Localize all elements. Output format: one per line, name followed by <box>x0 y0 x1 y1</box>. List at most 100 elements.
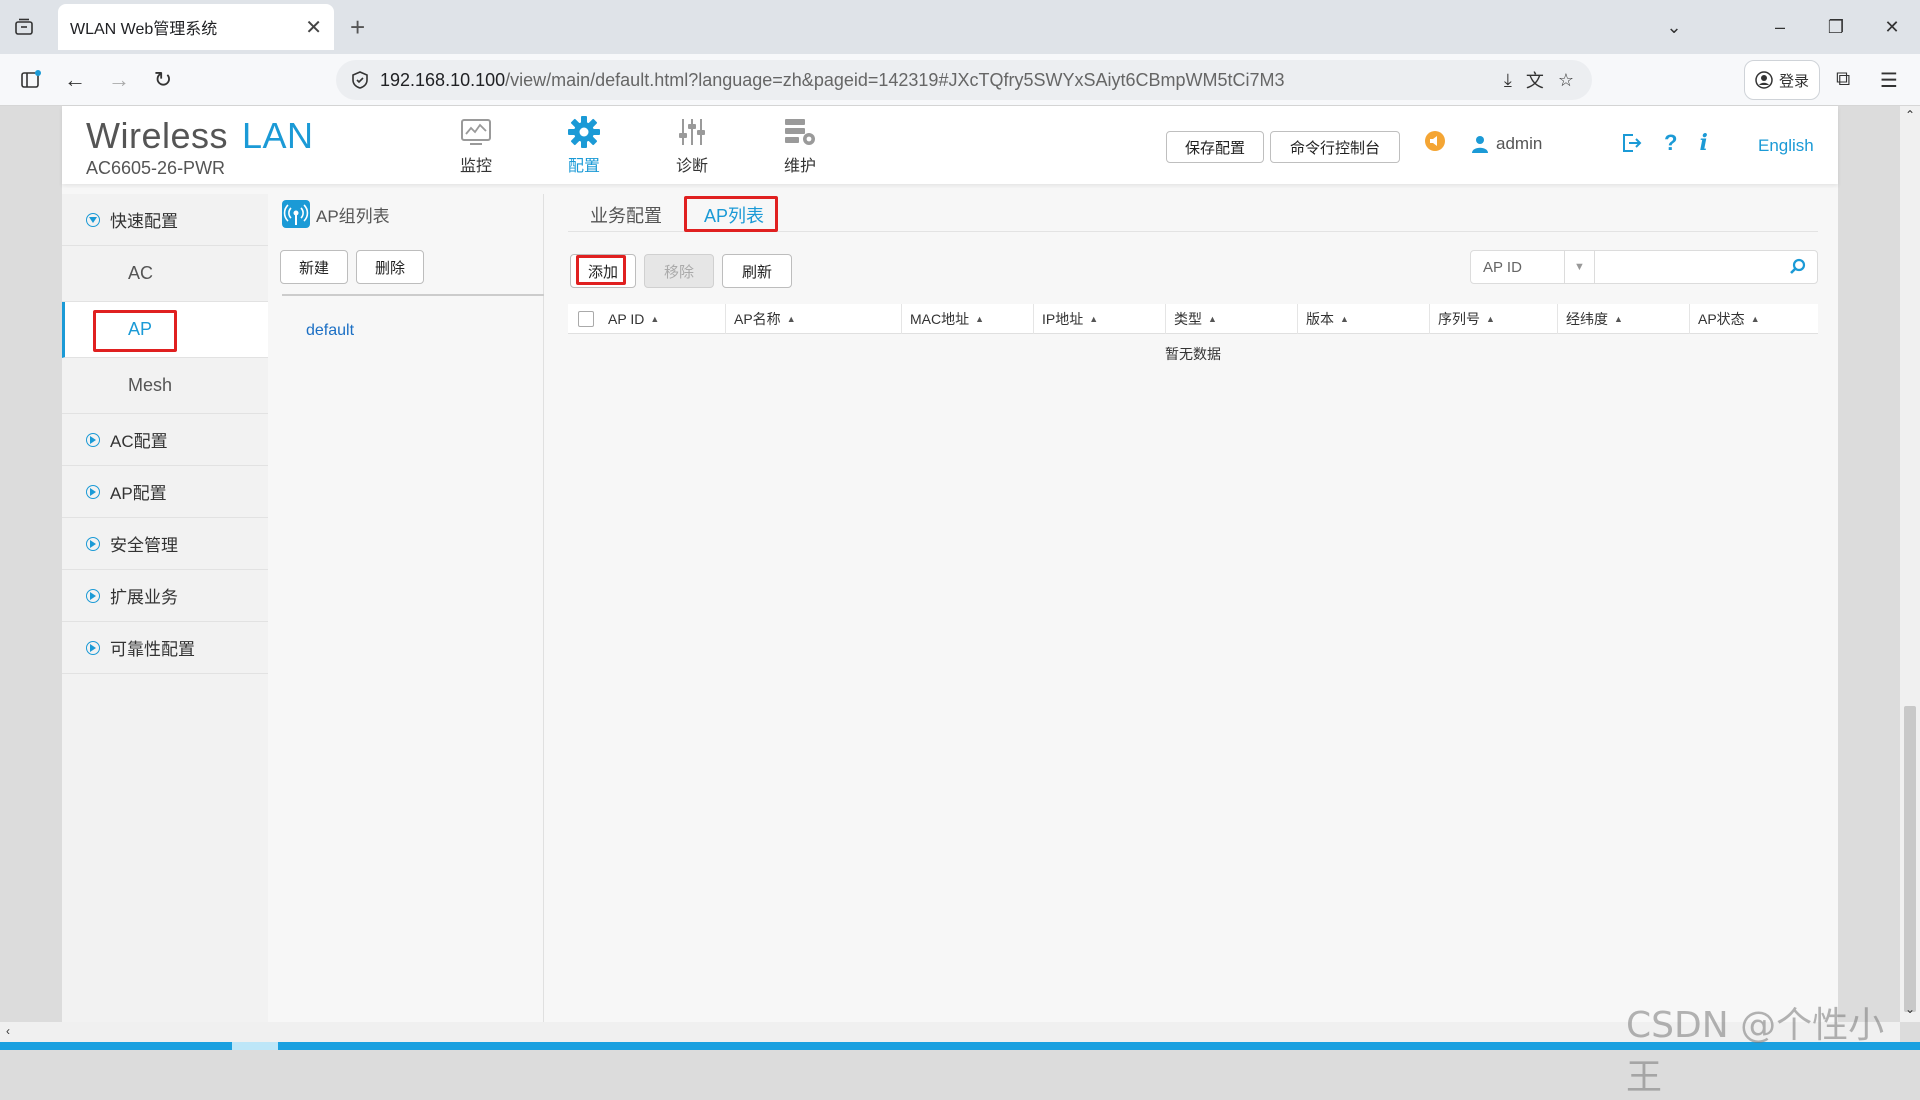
nav-diagnose[interactable]: 诊断 <box>638 112 746 176</box>
sort-asc-icon: ▲ <box>1750 314 1760 324</box>
column-type[interactable]: 类型 ▲ <box>1166 304 1298 334</box>
collapsed-chevron-icon <box>86 588 100 603</box>
ap-group-title: AP组列表 <box>282 200 390 228</box>
shield-icon[interactable] <box>350 70 370 90</box>
extensions-icon[interactable]: ⧉ <box>1836 68 1850 91</box>
nav-config[interactable]: 配置 <box>530 112 638 176</box>
divider <box>282 294 544 296</box>
column-serial[interactable]: 序列号 ▲ <box>1430 304 1558 334</box>
cli-console-button[interactable]: 命令行控制台 <box>1270 131 1400 163</box>
restore-icon[interactable]: ❐ <box>1808 17 1864 38</box>
sidebar-group-ap-config[interactable]: AP配置 <box>62 466 268 518</box>
logout-icon[interactable] <box>1620 132 1642 154</box>
sidebar: 快速配置 AC AP Mesh AC配置 AP配置 安全管理 扩展业务 可靠性配… <box>62 194 268 1022</box>
main-nav: 监控 配置 诊断 维护 <box>422 112 854 176</box>
forward-icon[interactable]: → <box>104 66 134 94</box>
info-icon[interactable]: i <box>1699 130 1707 156</box>
tab-list-chevron-icon[interactable]: ⌄ <box>1646 17 1702 38</box>
address-bar[interactable]: 192.168.10.100/view/main/default.html?la… <box>336 60 1592 100</box>
sidebar-group-security[interactable]: 安全管理 <box>62 518 268 570</box>
empty-table-message: 暂无数据 <box>1165 346 1221 362</box>
close-window-icon[interactable]: ✕ <box>1864 17 1920 38</box>
sidebar-group-ac-config[interactable]: AC配置 <box>62 414 268 466</box>
app-root: Wireless LAN AC6605-26-PWR 监控 配置 诊断 维护 保… <box>62 106 1838 1022</box>
search-icon[interactable] <box>1789 258 1807 276</box>
sort-asc-icon: ▲ <box>975 314 985 324</box>
profile-login-button[interactable]: 登录 <box>1744 60 1820 100</box>
column-ap-name[interactable]: AP名称 ▲ <box>726 304 902 334</box>
remove-ap-button[interactable]: 移除 <box>644 254 714 288</box>
content-area: 业务配置 AP列表 添加 移除 刷新 AP ID ▼ AP ID ▲ AP名称 ▲ … <box>568 194 1818 1022</box>
sort-asc-icon: ▲ <box>650 314 660 324</box>
column-label: MAC地址 <box>910 311 970 327</box>
column-mac[interactable]: MAC地址 ▲ <box>902 304 1034 334</box>
sidebar-group-quick[interactable]: 快速配置 <box>62 194 268 246</box>
ap-table-header: AP ID ▲ AP名称 ▲ MAC地址 ▲ IP地址 ▲ 类型 ▲ 版本 ▲ 序列号 ▲ 经… <box>568 304 1818 334</box>
scroll-left-icon[interactable]: ‹ <box>6 1024 10 1038</box>
sort-asc-icon: ▲ <box>1614 314 1623 324</box>
ap-group-item[interactable]: default <box>306 322 354 340</box>
sidebar-item-ac-label: AC <box>128 263 154 283</box>
nav-maintain[interactable]: 维护 <box>746 112 854 176</box>
reload-icon[interactable]: ↻ <box>148 66 178 94</box>
column-label: AP状态 <box>1698 311 1745 327</box>
search-input[interactable] <box>1595 251 1817 283</box>
sidebar-item-mesh[interactable]: Mesh <box>62 358 268 414</box>
column-label: 版本 <box>1306 311 1334 327</box>
user-info[interactable]: admin <box>1472 134 1542 154</box>
column-ip[interactable]: IP地址 ▲ <box>1034 304 1166 334</box>
sidebar-item-ap[interactable]: AP <box>62 302 268 358</box>
new-group-button[interactable]: 新建 <box>280 250 348 284</box>
menu-icon[interactable]: ☰ <box>1880 68 1898 93</box>
alarm-icon[interactable] <box>1424 130 1446 152</box>
download-icon[interactable]: ⤓ <box>1504 70 1512 91</box>
column-coordinates[interactable]: 经纬度 ▲ <box>1558 304 1690 334</box>
brand: Wireless LAN AC6605-26-PWR <box>86 116 314 179</box>
back-icon[interactable]: ← <box>60 66 90 94</box>
scrollbar-thumb[interactable] <box>1904 706 1916 1012</box>
help-icon[interactable]: ? <box>1664 130 1677 156</box>
ap-group-title-label: AP组列表 <box>316 206 390 226</box>
brand-word-lan: LAN <box>242 115 314 156</box>
sidebar-group-quick-label: 快速配置 <box>110 212 178 231</box>
tab-overview-icon[interactable] <box>10 14 38 40</box>
language-switch-link[interactable]: English <box>1758 136 1814 156</box>
vertical-scrollbar[interactable]: ⌃ ⌄ <box>1900 106 1920 1022</box>
login-label: 登录 <box>1778 72 1809 90</box>
brand-word-wireless: Wireless <box>86 115 229 156</box>
filter-field-select[interactable]: AP ID <box>1471 251 1565 283</box>
sidebar-toggle-icon[interactable] <box>16 66 46 94</box>
sort-asc-icon: ▲ <box>1340 314 1349 324</box>
sidebar-item-mesh-label: Mesh <box>128 375 173 395</box>
close-tab-icon[interactable]: ✕ <box>305 15 322 40</box>
column-version[interactable]: 版本 ▲ <box>1298 304 1430 334</box>
account-icon <box>1755 71 1773 89</box>
translate-icon[interactable]: 文 <box>1526 67 1544 93</box>
bookmark-star-icon[interactable]: ☆ <box>1558 70 1574 91</box>
dropdown-arrow-icon[interactable]: ▼ <box>1565 251 1595 283</box>
select-all-checkbox[interactable] <box>578 311 594 327</box>
sidebar-group-reliability[interactable]: 可靠性配置 <box>62 622 268 674</box>
sidebar-item-ac[interactable]: AC <box>62 246 268 302</box>
save-config-button[interactable]: 保存配置 <box>1166 131 1264 163</box>
nav-monitor[interactable]: 监控 <box>422 112 530 176</box>
column-label: 经纬度 <box>1566 311 1608 327</box>
browser-tab[interactable]: WLAN Web管理系统 ✕ <box>58 4 334 50</box>
device-model: AC6605-26-PWR <box>86 158 226 178</box>
app-header: Wireless LAN AC6605-26-PWR 监控 配置 诊断 维护 保… <box>62 106 1838 184</box>
delete-group-button[interactable]: 删除 <box>356 250 424 284</box>
minimize-icon[interactable]: – <box>1752 17 1808 38</box>
new-tab-icon[interactable]: + <box>350 14 365 40</box>
tab-service-config[interactable]: 业务配置 <box>590 202 662 228</box>
sidebar-group-extension[interactable]: 扩展业务 <box>62 570 268 622</box>
horizontal-scrollbar[interactable]: ‹ <box>0 1022 1900 1042</box>
sort-asc-icon: ▲ <box>786 314 796 324</box>
column-ap-status[interactable]: AP状态 ▲ <box>1690 304 1818 334</box>
refresh-button[interactable]: 刷新 <box>722 254 792 288</box>
sort-asc-icon: ▲ <box>1486 314 1495 324</box>
scroll-up-icon[interactable]: ⌃ <box>1902 108 1918 122</box>
search-filter: AP ID ▼ <box>1470 250 1818 284</box>
column-ap-id[interactable]: AP ID ▲ <box>568 304 726 334</box>
sidebar-group-security-label: 安全管理 <box>110 536 178 555</box>
collapsed-chevron-icon <box>86 536 100 551</box>
